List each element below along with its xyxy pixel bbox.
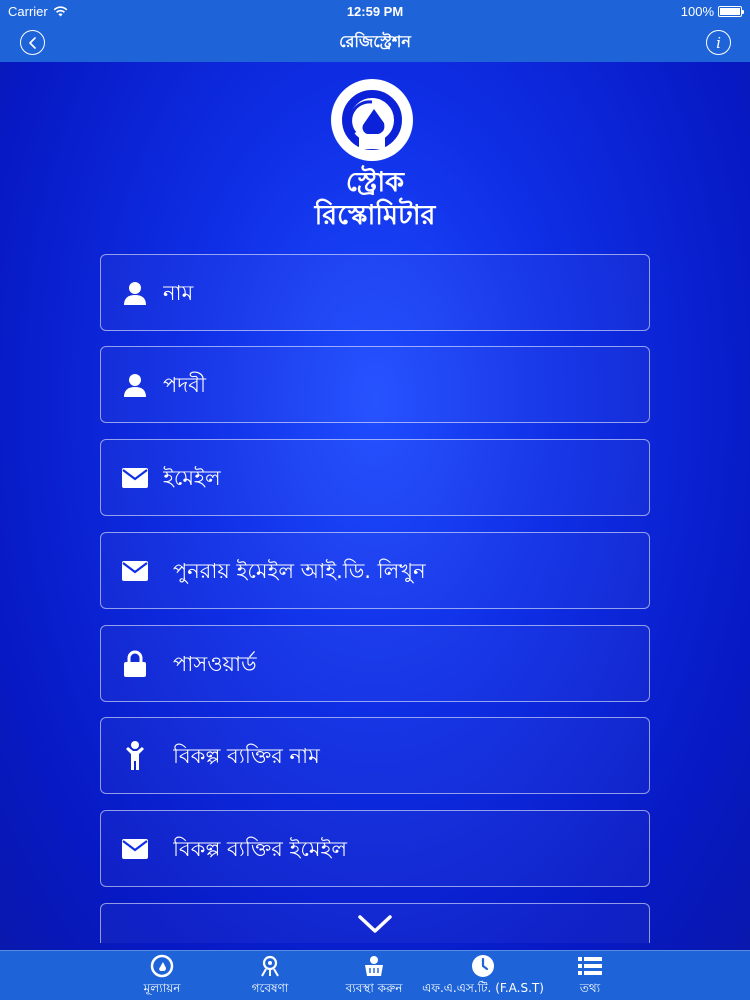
tab-bar: মূল্যায়ন গবেষণা ব্যবস্থা করুন এফ.এ.এস.ট… (0, 950, 750, 1000)
confirm-email-input[interactable] (173, 533, 637, 608)
alternate-name-field[interactable] (100, 717, 650, 794)
person-icon (121, 279, 149, 307)
tab-assessment[interactable]: মূল্যায়ন (134, 953, 190, 1000)
status-right: 100% (680, 3, 744, 19)
envelope-icon (121, 557, 149, 585)
gauge-icon (149, 953, 175, 979)
wifi-icon (53, 5, 68, 16)
status-bar: Carrier 12:59 PM 100% (0, 0, 750, 22)
status-left: Carrier (8, 4, 68, 19)
clock-icon (470, 953, 496, 979)
carrier-label: Carrier (8, 3, 48, 19)
gauge-logo-icon (342, 90, 402, 150)
email-field[interactable] (100, 439, 650, 516)
info-button[interactable]: i (706, 30, 731, 55)
tab-research[interactable]: গবেষণা (240, 953, 300, 1000)
tab-label: গবেষণা (251, 981, 289, 995)
app-title-line1: স্ট্রোক (345, 167, 405, 198)
app-title-line2: রিস্কোমিটার (314, 200, 436, 231)
registration-screen: Carrier 12:59 PM 100% রেজিস্ট্রেশন i স্ট… (0, 0, 750, 1000)
password-field[interactable] (100, 625, 650, 702)
list-icon (577, 953, 603, 979)
battery-fill (720, 7, 740, 15)
tab-fast[interactable]: এফ.এ.এস.টি. (F.A.S.T) (418, 953, 548, 1000)
chevron-down-icon (358, 915, 392, 933)
nav-bar: রেজিস্ট্রেশন i (0, 22, 750, 62)
tab-label: ব্যবস্থা করুন (345, 981, 403, 995)
alternate-name-input[interactable] (173, 718, 637, 793)
app-logo (331, 79, 413, 161)
app-title: স্ট্রোক রিস্কোমিটার (0, 166, 750, 232)
email-input[interactable] (163, 440, 637, 515)
tab-label: মূল্যায়ন (143, 981, 181, 995)
info-icon: i (716, 33, 721, 52)
confirm-email-field[interactable] (100, 532, 650, 609)
name-input[interactable] (163, 255, 637, 330)
tab-label: এফ.এ.এস.টি. (F.A.S.T) (422, 981, 544, 995)
tab-info[interactable]: তথ্য (570, 953, 610, 1000)
clock: 12:59 PM (346, 3, 404, 19)
battery-percent: 100% (680, 3, 714, 19)
child-icon (121, 740, 149, 770)
tab-label: তথ্য (579, 981, 601, 995)
envelope-icon (121, 464, 149, 492)
alternate-email-field[interactable] (100, 810, 650, 887)
lock-icon (121, 650, 149, 678)
designation-input[interactable] (163, 347, 637, 422)
person-icon (121, 371, 149, 399)
research-icon (257, 953, 283, 979)
name-field[interactable] (100, 254, 650, 331)
battery-icon (718, 5, 744, 17)
envelope-icon (121, 835, 149, 863)
alternate-email-input[interactable] (173, 811, 637, 886)
scroll-down-button[interactable] (355, 910, 395, 938)
chevron-left-icon (28, 36, 36, 49)
back-button[interactable] (20, 30, 45, 55)
basket-icon (361, 953, 387, 979)
password-input[interactable] (173, 626, 637, 701)
page-title: রেজিস্ট্রেশন (339, 31, 411, 51)
tab-manage[interactable]: ব্যবস্থা করুন (336, 953, 412, 1000)
designation-field[interactable] (100, 346, 650, 423)
